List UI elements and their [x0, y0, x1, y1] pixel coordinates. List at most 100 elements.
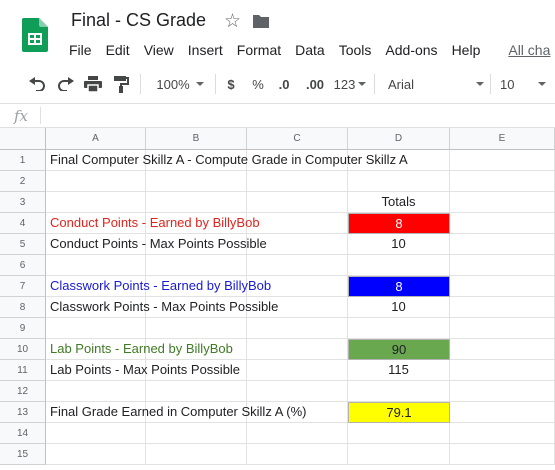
grid-cell[interactable]	[247, 339, 348, 360]
currency-format-button[interactable]: $	[222, 72, 240, 96]
row-header-12[interactable]: 12	[0, 381, 46, 402]
grid-cell[interactable]	[46, 381, 146, 402]
menu-edit[interactable]: Edit	[99, 40, 137, 60]
cell-a8-classwork-max-label[interactable]: Classwork Points - Max Points Possible	[50, 297, 278, 317]
select-all-corner[interactable]	[0, 128, 46, 150]
cell-d13-final-grade[interactable]: 79.1	[348, 402, 450, 423]
zoom-select[interactable]: 100%	[150, 72, 210, 96]
grid-cell[interactable]	[450, 339, 555, 360]
menu-help[interactable]: Help	[445, 40, 488, 60]
formula-input[interactable]	[46, 104, 555, 127]
row-header-2[interactable]: 2	[0, 171, 46, 192]
cell-a11-lab-max-label[interactable]: Lab Points - Max Points Possible	[50, 360, 240, 380]
grid-cell[interactable]	[146, 255, 247, 276]
row-header-8[interactable]: 8	[0, 297, 46, 318]
row-header-1[interactable]: 1	[0, 150, 46, 171]
grid-cell[interactable]	[450, 402, 555, 423]
paint-format-icon[interactable]	[110, 72, 132, 96]
cell-a13-final-grade-label[interactable]: Final Grade Earned in Computer Skillz A …	[50, 402, 307, 422]
grid-cell[interactable]	[46, 444, 146, 465]
grid-cell[interactable]	[450, 192, 555, 213]
grid-cell[interactable]	[450, 255, 555, 276]
cell-d7-classwork-earned[interactable]: 8	[348, 276, 450, 297]
row-header-15[interactable]: 15	[0, 444, 46, 465]
menu-insert[interactable]: Insert	[181, 40, 230, 60]
cell-d5-conduct-max[interactable]: 10	[348, 234, 450, 255]
percent-format-button[interactable]: %	[249, 72, 267, 96]
row-header-3[interactable]: 3	[0, 192, 46, 213]
menu-file[interactable]: File	[62, 40, 99, 60]
menu-format[interactable]: Format	[230, 40, 288, 60]
grid-cell[interactable]	[450, 297, 555, 318]
row-header-5[interactable]: 5	[0, 234, 46, 255]
grid-cell[interactable]	[247, 360, 348, 381]
grid-cell[interactable]	[46, 255, 146, 276]
grid-cell[interactable]	[348, 171, 450, 192]
row-header-11[interactable]: 11	[0, 360, 46, 381]
cell-a4-conduct-earned-label[interactable]: Conduct Points - Earned by BillyBob	[50, 213, 260, 233]
grid-cell[interactable]	[450, 171, 555, 192]
grid-cell[interactable]	[247, 423, 348, 444]
grid-cell[interactable]	[247, 171, 348, 192]
star-icon[interactable]: ☆	[224, 10, 241, 33]
cell-d3-totals-header[interactable]: Totals	[348, 192, 450, 213]
cell-d10-lab-earned[interactable]: 90	[348, 339, 450, 360]
grid-cell[interactable]	[46, 171, 146, 192]
grid-cell[interactable]	[247, 381, 348, 402]
grid-cell[interactable]	[450, 150, 555, 171]
redo-icon[interactable]	[55, 72, 77, 96]
print-icon[interactable]	[82, 72, 104, 96]
grid-cell[interactable]	[450, 234, 555, 255]
grid-cell[interactable]	[450, 276, 555, 297]
grid-cell[interactable]	[247, 192, 348, 213]
row-header-4[interactable]: 4	[0, 213, 46, 234]
grid-cell[interactable]	[348, 318, 450, 339]
grid-cell[interactable]	[450, 381, 555, 402]
grid-cell[interactable]	[247, 213, 348, 234]
cell-a5-conduct-max-label[interactable]: Conduct Points - Max Points Possible	[50, 234, 267, 254]
column-header-e[interactable]: E	[450, 128, 555, 150]
menu-tools[interactable]: Tools	[332, 40, 379, 60]
column-header-d[interactable]: D	[348, 128, 450, 150]
column-header-a[interactable]: A	[46, 128, 146, 150]
font-family-select[interactable]: Arial	[388, 72, 484, 96]
cell-d8-classwork-max[interactable]: 10	[348, 297, 450, 318]
grid-cell[interactable]	[450, 444, 555, 465]
grid-cell[interactable]	[450, 213, 555, 234]
row-header-6[interactable]: 6	[0, 255, 46, 276]
menu-view[interactable]: View	[137, 40, 181, 60]
cell-a10-lab-earned-label[interactable]: Lab Points - Earned by BillyBob	[50, 339, 233, 359]
grid-cell[interactable]	[348, 381, 450, 402]
grid-cell[interactable]	[146, 171, 247, 192]
grid-cell[interactable]	[247, 318, 348, 339]
menu-add-ons[interactable]: Add-ons	[378, 40, 444, 60]
grid-cell[interactable]	[348, 255, 450, 276]
cell-d4-conduct-earned[interactable]: 8	[348, 213, 450, 234]
grid-cell[interactable]	[247, 444, 348, 465]
increase-decimal-button[interactable]: .00	[302, 72, 328, 96]
folder-icon[interactable]	[252, 14, 270, 29]
cell-a7-classwork-earned-label[interactable]: Classwork Points - Earned by BillyBob	[50, 276, 271, 296]
decrease-decimal-button[interactable]: .0	[273, 72, 295, 96]
grid-cell[interactable]	[146, 444, 247, 465]
grid-cell[interactable]	[450, 360, 555, 381]
grid-cell[interactable]	[348, 423, 450, 444]
row-header-9[interactable]: 9	[0, 318, 46, 339]
grid-cell[interactable]	[46, 423, 146, 444]
grid-cell[interactable]	[146, 318, 247, 339]
grid-cell[interactable]	[450, 318, 555, 339]
grid-cell[interactable]	[348, 444, 450, 465]
all-changes-link[interactable]: All cha	[501, 40, 555, 60]
grid-cell[interactable]	[146, 423, 247, 444]
column-header-c[interactable]: C	[247, 128, 348, 150]
document-title[interactable]: Final - CS Grade	[71, 10, 206, 31]
cell-a1-title[interactable]: Final Computer Skillz A - Compute Grade …	[50, 150, 408, 170]
more-formats-button[interactable]: 123	[332, 72, 368, 96]
font-size-select[interactable]: 10	[500, 72, 546, 96]
undo-icon[interactable]	[26, 72, 48, 96]
grid-cell[interactable]	[247, 255, 348, 276]
row-header-10[interactable]: 10	[0, 339, 46, 360]
row-header-14[interactable]: 14	[0, 423, 46, 444]
grid-cell[interactable]	[46, 318, 146, 339]
row-header-13[interactable]: 13	[0, 402, 46, 423]
